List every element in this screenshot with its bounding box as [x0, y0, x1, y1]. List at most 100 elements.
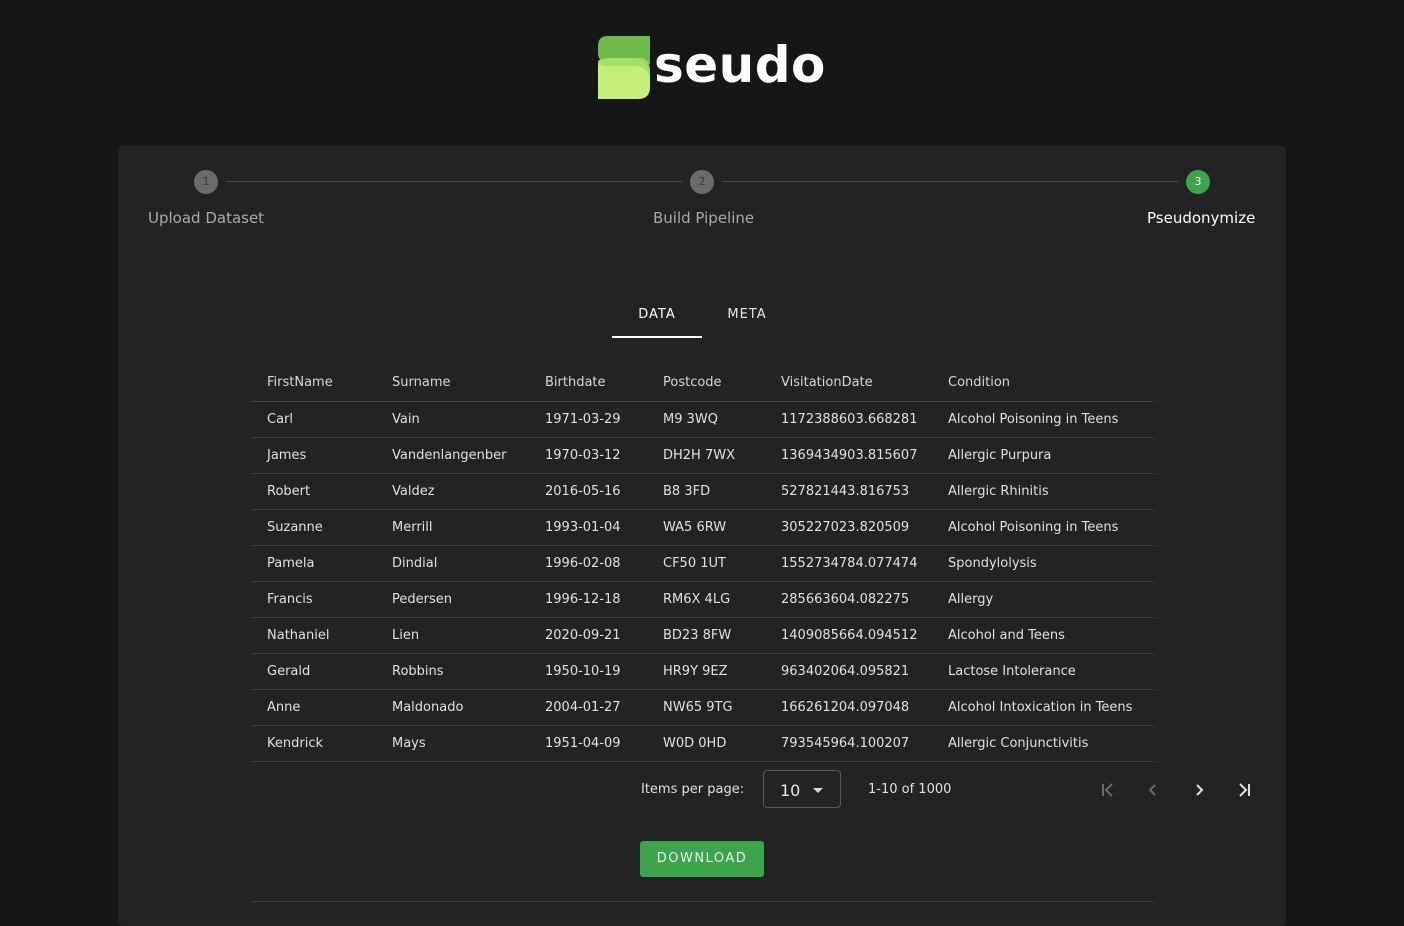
cell-surname: Merrill: [392, 509, 545, 546]
table-row: Carl Vain 1971-03-29 M9 3WQ 1172388603.6…: [251, 401, 1153, 438]
cell-visitationdate: 1172388603.668281: [781, 401, 948, 438]
step-1-label[interactable]: Upload Dataset: [148, 209, 264, 227]
cell-postcode: DH2H 7WX: [663, 437, 781, 474]
cell-firstname: Anne: [251, 689, 392, 726]
cell-condition: Alcohol Poisoning in Teens: [948, 401, 1153, 438]
page-size-value: 10: [780, 781, 801, 800]
cell-birthdate: 2020-09-21: [545, 617, 663, 654]
cell-surname: Valdez: [392, 473, 545, 510]
step-2-circle[interactable]: 2: [690, 170, 714, 194]
cell-condition: Lactose Intolerance: [948, 653, 1153, 690]
cell-postcode: WA5 6RW: [663, 509, 781, 546]
cell-birthdate: 2004-01-27: [545, 689, 663, 726]
table-header-row: FirstName Surname Birthdate Postcode Vis…: [251, 364, 1153, 402]
cell-surname: Dindial: [392, 545, 545, 582]
table-row: Anne Maldonado 2004-01-27 NW65 9TG 16626…: [251, 689, 1153, 726]
column-header-firstname[interactable]: FirstName: [251, 364, 392, 402]
step-2-label[interactable]: Build Pipeline: [653, 209, 754, 227]
cell-visitationdate: 963402064.095821: [781, 653, 948, 690]
cell-condition: Allergy: [948, 581, 1153, 618]
cell-visitationdate: 166261204.097048: [781, 689, 948, 726]
tab-meta[interactable]: META: [702, 296, 792, 338]
cell-firstname: Robert: [251, 473, 392, 510]
tab-data[interactable]: DATA: [612, 296, 702, 338]
table-row: James Vandenlangenber 1970-03-12 DH2H 7W…: [251, 437, 1153, 474]
cell-firstname: Francis: [251, 581, 392, 618]
cell-birthdate: 1996-02-08: [545, 545, 663, 582]
cell-visitationdate: 1409085664.094512: [781, 617, 948, 654]
cell-firstname: Pamela: [251, 545, 392, 582]
cell-condition: Alcohol Poisoning in Teens: [948, 509, 1153, 546]
cell-visitationdate: 305227023.820509: [781, 509, 948, 546]
cell-firstname: Nathaniel: [251, 617, 392, 654]
cell-postcode: B8 3FD: [663, 473, 781, 510]
column-header-visitationdate[interactable]: VisitationDate: [781, 364, 948, 402]
cell-birthdate: 1950-10-19: [545, 653, 663, 690]
step-3-circle[interactable]: 3: [1186, 170, 1210, 194]
cell-surname: Lien: [392, 617, 545, 654]
cell-postcode: BD23 8FW: [663, 617, 781, 654]
cell-surname: Maldonado: [392, 689, 545, 726]
logo-mark-icon: [598, 35, 650, 99]
cell-firstname: James: [251, 437, 392, 474]
cell-condition: Allergic Conjunctivitis: [948, 725, 1153, 762]
data-table: FirstName Surname Birthdate Postcode Vis…: [251, 364, 1153, 762]
cell-birthdate: 1970-03-12: [545, 437, 663, 474]
cell-postcode: CF50 1UT: [663, 545, 781, 582]
stepper: 1 2 3 Upload Dataset Build Pipeline Pseu…: [118, 146, 1286, 246]
column-header-surname[interactable]: Surname: [392, 364, 545, 402]
cell-condition: Allergic Purpura: [948, 437, 1153, 474]
cell-birthdate: 1951-04-09: [545, 725, 663, 762]
cell-condition: Allergic Rhinitis: [948, 473, 1153, 510]
cell-firstname: Gerald: [251, 653, 392, 690]
step-connector: [226, 181, 682, 182]
logo: seudo: [598, 35, 826, 99]
cell-postcode: M9 3WQ: [663, 401, 781, 438]
cell-postcode: NW65 9TG: [663, 689, 781, 726]
items-per-page-label: Items per page:: [641, 782, 745, 797]
cell-visitationdate: 1552734784.077474: [781, 545, 948, 582]
download-button[interactable]: DOWNLOAD: [640, 841, 764, 877]
cell-birthdate: 2016-05-16: [545, 473, 663, 510]
step-1-circle[interactable]: 1: [194, 170, 218, 194]
step-3-label[interactable]: Pseudonymize: [1147, 209, 1255, 227]
table-row: Pamela Dindial 1996-02-08 CF50 1UT 15527…: [251, 545, 1153, 582]
cell-visitationdate: 793545964.100207: [781, 725, 948, 762]
last-page-icon: [1239, 783, 1250, 797]
cell-firstname: Suzanne: [251, 509, 392, 546]
chevron-left-icon: [1148, 784, 1156, 796]
first-page-button[interactable]: [1094, 776, 1122, 804]
logo-text: seudo: [654, 36, 826, 94]
paginator: Items per page: 10 1-10 of 1000: [251, 768, 1250, 812]
cell-birthdate: 1996-12-18: [545, 581, 663, 618]
cell-visitationdate: 285663604.082275: [781, 581, 948, 618]
cell-condition: Alcohol and Teens: [948, 617, 1153, 654]
cell-surname: Mays: [392, 725, 545, 762]
column-header-postcode[interactable]: Postcode: [663, 364, 781, 402]
page-size-select[interactable]: 10: [763, 770, 841, 808]
table-row: Suzanne Merrill 1993-01-04 WA5 6RW 30522…: [251, 509, 1153, 546]
cell-postcode: RM6X 4LG: [663, 581, 781, 618]
cell-firstname: Kendrick: [251, 725, 392, 762]
cell-visitationdate: 1369434903.815607: [781, 437, 948, 474]
cell-condition: Spondylolysis: [948, 545, 1153, 582]
main-card: 1 2 3 Upload Dataset Build Pipeline Pseu…: [118, 146, 1286, 926]
table-row: Kendrick Mays 1951-04-09 W0D 0HD 7935459…: [251, 725, 1153, 762]
cell-surname: Vain: [392, 401, 545, 438]
column-header-condition[interactable]: Condition: [948, 364, 1153, 402]
table-row: Robert Valdez 2016-05-16 B8 3FD 52782144…: [251, 473, 1153, 510]
cell-visitationdate: 527821443.816753: [781, 473, 948, 510]
previous-page-button[interactable]: [1139, 776, 1167, 804]
cell-surname: Vandenlangenber: [392, 437, 545, 474]
tab-bar: DATA META: [612, 296, 792, 338]
column-header-birthdate[interactable]: Birthdate: [545, 364, 663, 402]
last-page-button[interactable]: [1230, 776, 1258, 804]
cell-postcode: HR9Y 9EZ: [663, 653, 781, 690]
table-row: Francis Pedersen 1996-12-18 RM6X 4LG 285…: [251, 581, 1153, 618]
table-row: Nathaniel Lien 2020-09-21 BD23 8FW 14090…: [251, 617, 1153, 654]
table-row: Gerald Robbins 1950-10-19 HR9Y 9EZ 96340…: [251, 653, 1153, 690]
step-connector: [722, 181, 1178, 182]
chevron-right-icon: [1196, 784, 1204, 796]
next-page-button[interactable]: [1185, 776, 1213, 804]
data-table-container: FirstName Surname Birthdate Postcode Vis…: [251, 364, 1153, 762]
